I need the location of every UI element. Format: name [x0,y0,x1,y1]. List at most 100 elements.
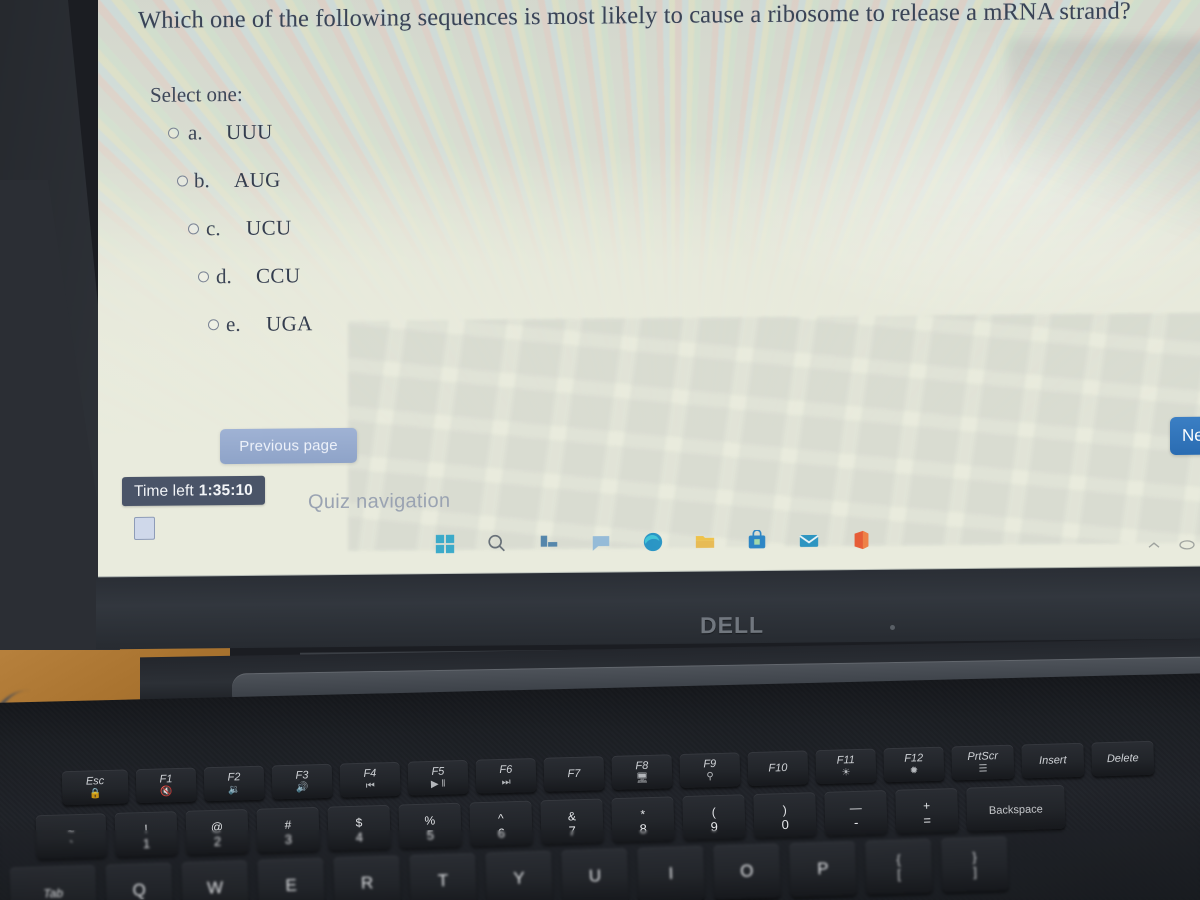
key-shift-label: + [922,798,931,813]
key-label: 7 [568,822,577,838]
next-page-button[interactable]: Ne [1170,416,1200,456]
mute-icon: 🔇 [159,786,173,798]
key-shift-label: ( [711,804,716,819]
key-u[interactable]: U [561,848,629,900]
key-1[interactable]: ! 1 [114,811,178,857]
radio-button-a[interactable] [168,127,179,139]
key-label: F6 [499,764,513,777]
system-tray [1146,539,1196,551]
key-label: F11 [836,754,855,768]
option-d[interactable]: d. CCU [168,261,588,313]
laptop-screen: Which one of the following sequences is … [98,0,1200,588]
option-c[interactable]: c. UCU [168,213,588,265]
key-backspace[interactable]: Backspace [966,784,1066,832]
store-icon[interactable] [746,529,768,552]
key-bracket-right[interactable]: } ] [940,836,1009,893]
key-label: Tab [43,885,64,900]
key-label: ] [972,864,978,880]
option-a[interactable]: a. UUU [168,117,588,169]
key-print-screen[interactable]: PrtScr ☰ [951,744,1015,781]
key-label: ` [69,837,74,853]
key-6[interactable]: ^ 6 [469,800,533,847]
key-insert[interactable]: Insert [1021,742,1085,779]
key-bracket-left[interactable]: { [ [864,838,933,895]
key-label: [ [896,866,902,882]
key-f12[interactable]: F12 ✹ [883,746,945,783]
network-icon[interactable] [1178,539,1196,551]
key-2[interactable]: @ 2 [185,808,249,855]
key-minus[interactable]: — - [824,790,888,836]
chat-icon[interactable] [590,531,612,553]
start-icon[interactable] [434,533,456,555]
radio-button-b[interactable] [177,175,188,187]
key-f9[interactable]: F9 ⚲ [679,752,741,788]
radio-button-c[interactable] [188,223,199,235]
time-left-value: 1:35:10 [198,481,253,499]
volume-up-icon: 🔊 [295,782,309,794]
key-f1[interactable]: F1 🔇 [135,767,197,804]
key-tilde[interactable]: ~ ` [35,813,107,860]
key-y[interactable]: Y [485,850,553,900]
key-r[interactable]: R [333,855,401,900]
key-delete[interactable]: Delete [1091,740,1155,777]
key-8[interactable]: * 8 [611,796,675,843]
key-9[interactable]: ( 9 [682,794,746,841]
radio-button-d[interactable] [198,271,209,283]
key-label: Y [513,868,525,888]
search-icon[interactable] [486,532,508,554]
key-w[interactable]: W [181,860,249,900]
key-f5[interactable]: F5 ▶ ‖ [407,759,469,796]
key-3[interactable]: # 3 [256,806,320,853]
key-o[interactable]: O [713,843,781,900]
key-esc[interactable]: Esc 🔒 [61,769,129,806]
key-p[interactable]: P [789,841,857,898]
mail-icon[interactable] [798,529,820,551]
file-explorer-icon[interactable] [694,530,716,552]
key-f10[interactable]: F10 [747,750,809,787]
key-label: F3 [295,769,309,783]
key-label: I [668,863,674,884]
key-shift-label: % [424,812,436,828]
key-tab[interactable]: Tab [9,864,98,900]
key-label: Delete [1106,752,1139,766]
key-shift-label: & [567,808,577,823]
key-f7[interactable]: F7 [543,756,605,792]
key-f3[interactable]: F3 🔊 [271,763,333,800]
edge-icon[interactable] [642,531,664,553]
show-hidden-icons-chevron[interactable] [1146,539,1162,551]
key-t[interactable]: T [409,853,477,900]
key-q[interactable]: Q [105,862,174,900]
key-f6[interactable]: F6 ⏭ [475,758,537,794]
option-e[interactable]: e. UGA [168,309,588,361]
key-label: P [816,859,829,879]
key-label: F10 [768,761,788,775]
key-e[interactable]: E [257,857,325,900]
quiz-navigation-heading: Quiz navigation [308,489,451,514]
option-text-c: UCU [246,215,292,240]
radio-button-e[interactable] [208,319,219,331]
dell-logo: DELL [700,611,765,639]
key-shift-label: ! [144,821,148,836]
task-view-icon[interactable] [538,532,560,554]
next-track-icon: ⏭ [501,776,511,788]
key-f8[interactable]: F8 🖥 [611,754,673,790]
volume-down-icon: 🔉 [227,784,241,796]
key-shift-label: $ [355,815,363,830]
option-b[interactable]: b. AUG [168,165,588,217]
key-i[interactable]: I [637,845,705,900]
key-5[interactable]: % 5 [398,802,462,849]
key-f11[interactable]: F11 ☀ [815,748,877,785]
key-f2[interactable]: F2 🔉 [203,765,265,802]
option-text-d: CCU [256,263,301,288]
key-7[interactable]: & 7 [540,798,604,845]
previous-page-button[interactable]: Previous page [220,427,357,465]
key-f4[interactable]: F4 ⏮ [339,761,401,798]
key-0[interactable]: ) 0 [753,792,817,838]
key-label: T [437,870,449,891]
search-icon: ⚲ [706,771,714,783]
key-label: Q [132,880,147,900]
office-icon[interactable] [850,529,872,551]
key-4[interactable]: $ 4 [327,804,391,851]
key-equals[interactable]: + = [895,787,959,834]
key-shift-label: * [640,806,646,821]
